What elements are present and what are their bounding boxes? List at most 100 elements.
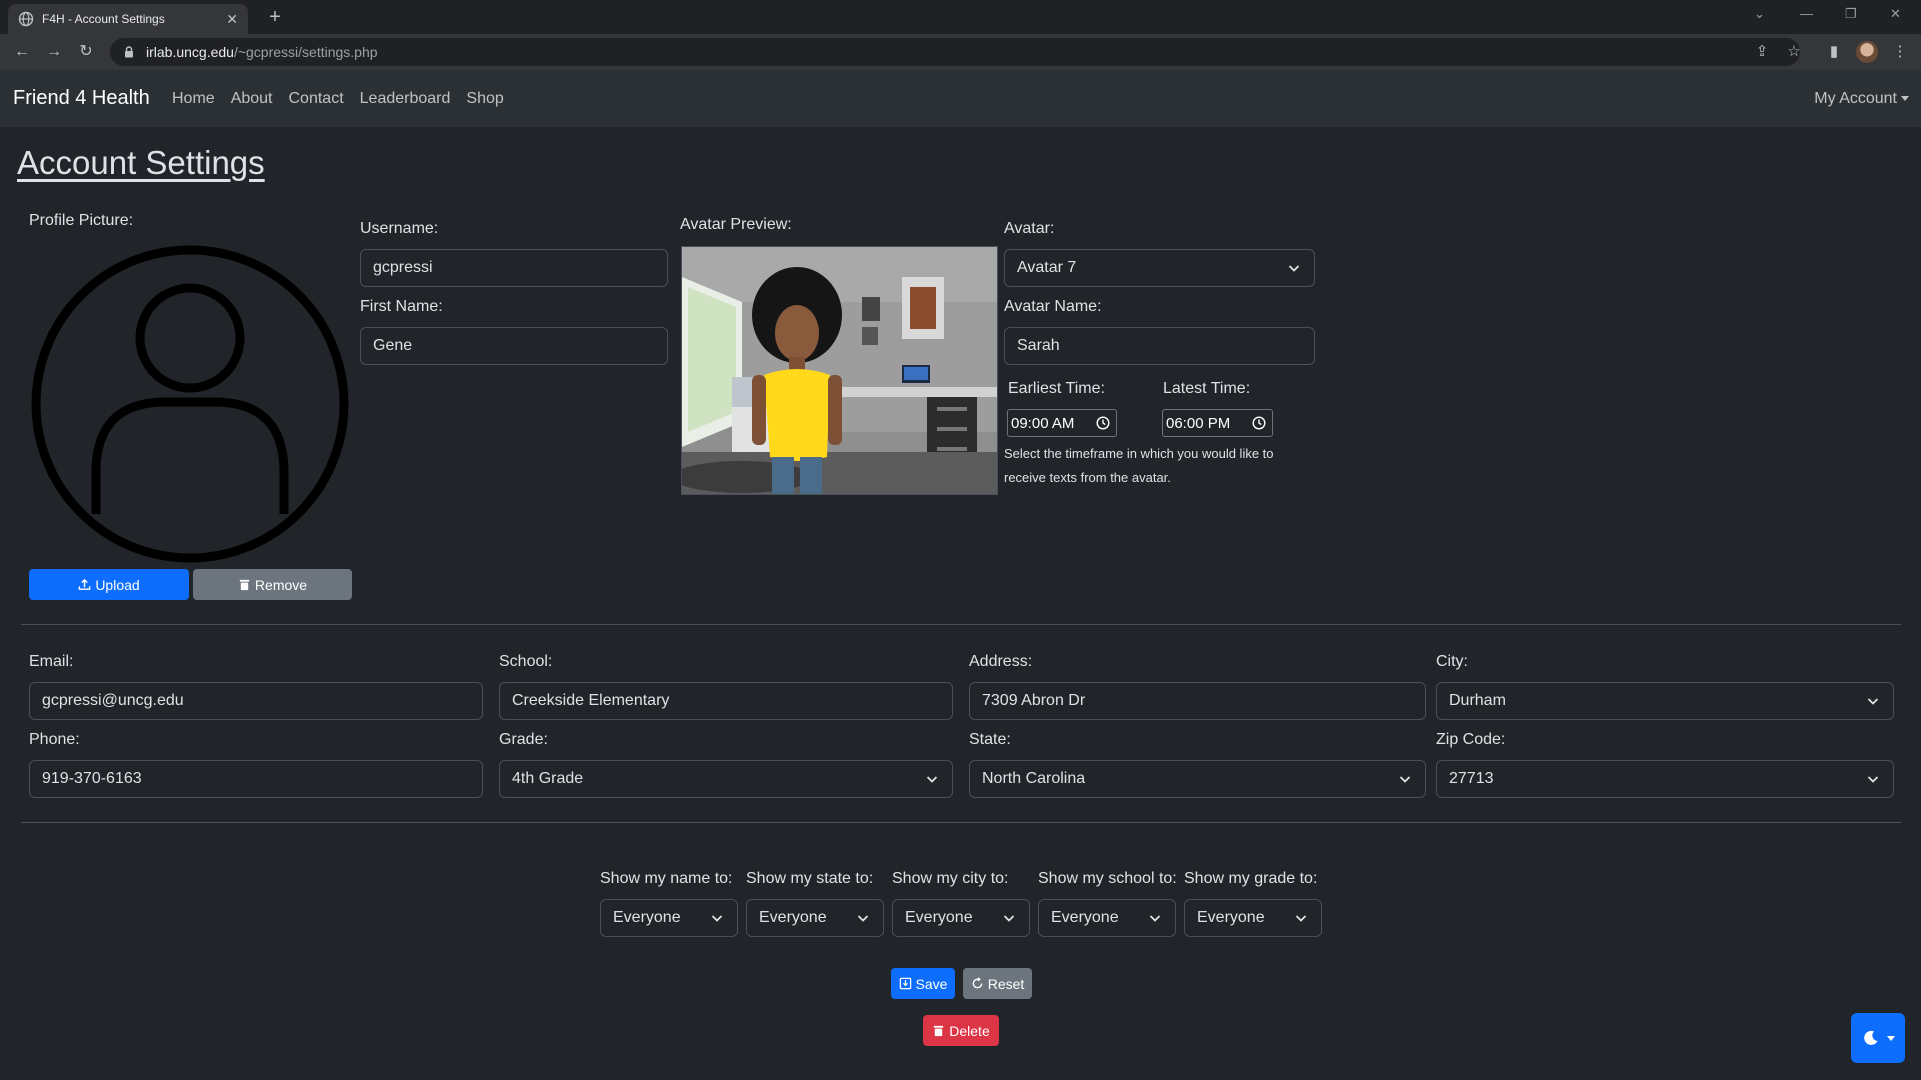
state-select[interactable]: North Carolina [969, 760, 1426, 798]
chevron-down-icon [711, 915, 723, 922]
reset-label: Reset [987, 975, 1025, 992]
chevron-down-icon [1003, 915, 1015, 922]
privacy-school-value: Everyone [1051, 909, 1119, 926]
email-input[interactable]: gcpressi@uncg.edu [29, 682, 483, 720]
caret-down-icon [1886, 1035, 1895, 1041]
privacy-school-select[interactable]: Everyone [1038, 899, 1176, 937]
time-help-text: Select the timeframe in which you would … [1004, 442, 1324, 490]
trash-icon [239, 579, 250, 591]
nav-links: Home About Contact Leaderboard Shop [172, 90, 504, 108]
state-select-value: North Carolina [982, 770, 1086, 787]
privacy-grade-select[interactable]: Everyone [1184, 899, 1322, 937]
menu-kebab-icon[interactable]: ⋮ [1890, 42, 1910, 62]
email-label: Email: [29, 653, 74, 670]
nav-link-leaderboard[interactable]: Leaderboard [360, 90, 451, 108]
time-help-line-1: Select the timeframe in which you would … [1004, 446, 1274, 461]
nav-link-contact[interactable]: Contact [289, 90, 344, 108]
reset-button[interactable]: Reset [963, 968, 1032, 999]
clock-icon[interactable] [1096, 416, 1110, 430]
earliest-time-input[interactable]: 09:00 AM [1007, 409, 1117, 437]
first-name-input[interactable]: Gene [360, 327, 668, 365]
save-label: Save [915, 975, 948, 992]
save-button[interactable]: Save [891, 968, 955, 999]
address-input[interactable]: 7309 Abron Dr [969, 682, 1426, 720]
back-icon[interactable]: ← [12, 42, 32, 62]
side-panel-icon[interactable]: ▮ [1824, 42, 1844, 62]
nav-link-home[interactable]: Home [172, 90, 215, 108]
upload-button[interactable]: Upload [29, 569, 189, 600]
theme-toggle-button[interactable] [1851, 1013, 1905, 1063]
browser-tab[interactable]: F4H - Account Settings ✕ [8, 4, 248, 34]
privacy-name-value: Everyone [613, 909, 681, 926]
grade-select-value: 4th Grade [512, 770, 584, 787]
trash-icon [934, 1025, 944, 1037]
tab-search-icon[interactable]: ⌄ [1754, 6, 1765, 22]
latest-time-label: Latest Time: [1163, 380, 1251, 397]
minimize-icon[interactable]: — [1800, 6, 1813, 21]
privacy-state-value: Everyone [759, 909, 827, 926]
privacy-city-select[interactable]: Everyone [892, 899, 1030, 937]
avatar-select[interactable]: Avatar 7 [1004, 249, 1315, 287]
privacy-city-value: Everyone [905, 909, 973, 926]
default-profile-icon [31, 245, 349, 563]
latest-time-value: 06:00 PM [1166, 414, 1231, 432]
privacy-state-select[interactable]: Everyone [746, 899, 884, 937]
address-label: Address: [969, 653, 1033, 670]
grade-label: Grade: [499, 731, 548, 748]
nav-link-shop[interactable]: Shop [466, 90, 503, 108]
site-brand[interactable]: Friend 4 Health [13, 87, 150, 110]
phone-input[interactable]: 919-370-6163 [29, 760, 483, 798]
chevron-down-icon [926, 776, 938, 783]
city-label: City: [1436, 653, 1468, 670]
delete-button[interactable]: Delete [923, 1015, 999, 1046]
chevron-down-icon [1288, 265, 1300, 272]
remove-button[interactable]: Remove [193, 569, 352, 600]
browser-tabstrip: F4H - Account Settings ✕ + ⌄ — ❐ ✕ [0, 0, 1921, 34]
privacy-city-label: Show my city to: [892, 870, 1009, 887]
new-tab-icon[interactable]: + [262, 4, 288, 30]
section-divider [21, 624, 1901, 625]
close-tab-icon[interactable]: ✕ [226, 11, 238, 28]
moon-icon [1863, 1030, 1877, 1045]
browser-profile-avatar[interactable] [1856, 41, 1878, 63]
chevron-down-icon [1867, 698, 1879, 705]
reset-icon [972, 977, 983, 989]
my-account-dropdown[interactable]: My Account [1814, 90, 1909, 108]
avatar-preview-label: Avatar Preview: [680, 216, 792, 233]
city-select[interactable]: Durham [1436, 682, 1894, 720]
tab-title: F4H - Account Settings [42, 12, 165, 26]
share-icon[interactable]: ⇪ [1752, 42, 1772, 62]
privacy-name-select[interactable]: Everyone [600, 899, 738, 937]
browser-toolbar: ← → ↻ irlab.uncg.edu/~gcpressi/settings.… [0, 34, 1921, 70]
reload-icon[interactable]: ↻ [76, 42, 96, 62]
restore-icon[interactable]: ❐ [1845, 6, 1857, 22]
caret-down-icon [1901, 96, 1909, 102]
city-select-value: Durham [1449, 692, 1506, 709]
bookmark-star-icon[interactable]: ☆ [1784, 42, 1804, 62]
avatar-name-input[interactable]: Sarah [1004, 327, 1315, 365]
delete-label: Delete [949, 1022, 990, 1039]
latest-time-input[interactable]: 06:00 PM [1162, 409, 1273, 437]
address-bar[interactable]: irlab.uncg.edu/~gcpressi/settings.php [110, 38, 1800, 66]
zip-select[interactable]: 27713 [1436, 760, 1894, 798]
url-host: irlab.uncg.edu [146, 44, 234, 60]
privacy-grade-label: Show my grade to: [1184, 870, 1318, 887]
privacy-name-label: Show my name to: [600, 870, 733, 887]
clock-icon[interactable] [1252, 416, 1266, 430]
time-help-line-2: receive texts from the avatar. [1004, 470, 1171, 485]
my-account-label: My Account [1814, 90, 1897, 107]
avatar-preview-image [681, 246, 998, 495]
nav-link-about[interactable]: About [231, 90, 273, 108]
privacy-grade-value: Everyone [1197, 909, 1265, 926]
upload-label: Upload [95, 576, 140, 593]
url-path: /~gcpressi/settings.php [233, 44, 378, 60]
chevron-down-icon [1149, 915, 1161, 922]
close-window-icon[interactable]: ✕ [1890, 6, 1901, 22]
school-input[interactable]: Creekside Elementary [499, 682, 953, 720]
lock-icon [125, 46, 133, 58]
forward-icon[interactable]: → [44, 42, 64, 62]
username-input[interactable]: gcpressi [360, 249, 668, 287]
username-label: Username: [360, 220, 439, 237]
avatar-select-value: Avatar 7 [1017, 259, 1077, 276]
grade-select[interactable]: 4th Grade [499, 760, 953, 798]
